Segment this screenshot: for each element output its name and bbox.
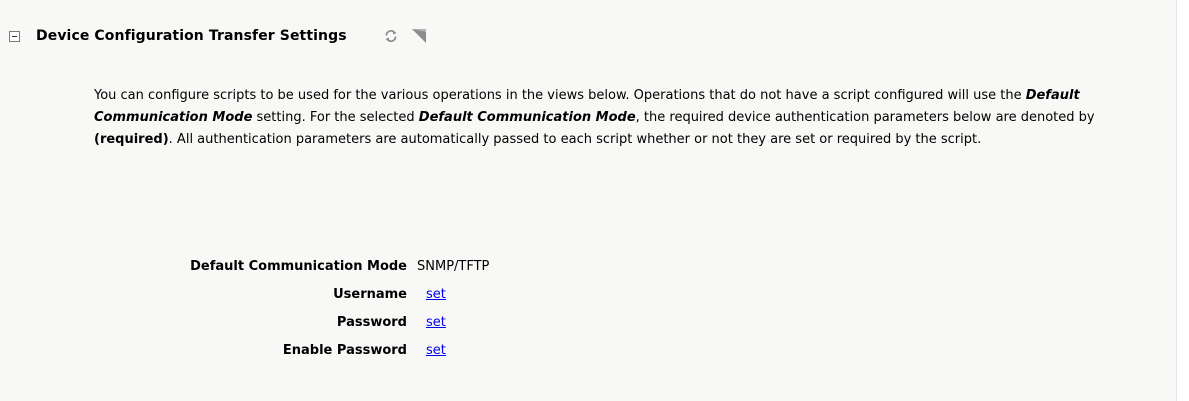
username-set-link[interactable]: set [426,284,446,306]
section-title: Device Configuration Transfer Settings [36,28,347,44]
description-text: . All authentication parameters are auto… [168,132,982,147]
section-description: You can configure scripts to be used for… [94,85,1154,151]
default-mode-value: SNMP/TFTP [417,259,490,274]
required-marker: (required) [94,132,169,147]
collapse-icon[interactable] [9,30,20,42]
password-label: Password [336,315,407,330]
refresh-icon[interactable] [383,28,399,44]
enable-password-set-link[interactable]: set [426,340,446,362]
description-text: , the required device authentication par… [635,110,1095,125]
password-set-link[interactable]: set [426,312,446,334]
description-text: setting. For the selected [252,110,419,125]
config-transfer-panel: Device Configuration Transfer Settings Y… [0,0,1177,401]
username-label: Username [333,287,407,302]
default-mode-label: Default Communication Mode [190,259,407,274]
enable-password-label: Enable Password [282,343,407,358]
description-emphasis: Default Communication Mode [418,110,636,125]
description-text: You can configure scripts to be used for… [94,88,1026,103]
help-icon[interactable] [411,27,429,45]
section-header: Device Configuration Transfer Settings [9,23,429,49]
